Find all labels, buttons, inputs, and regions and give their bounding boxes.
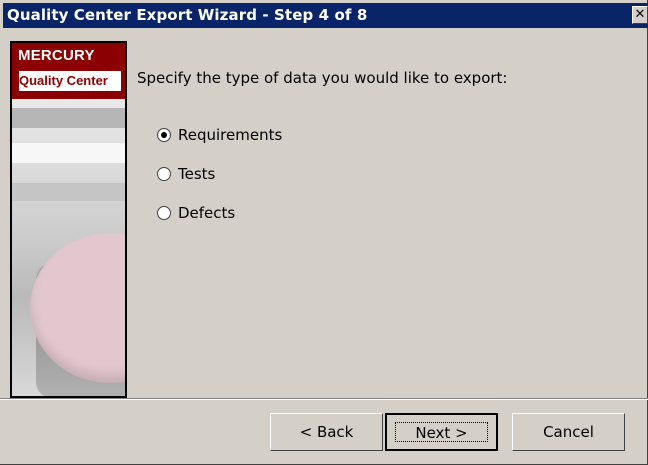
radio-defects[interactable]: Defects xyxy=(157,203,235,223)
image-band xyxy=(12,108,125,128)
window-title: Quality Center Export Wizard - Step 4 of… xyxy=(7,6,368,24)
next-button[interactable]: Next > xyxy=(385,413,498,451)
radio-requirements[interactable]: Requirements xyxy=(157,125,282,145)
radio-icon[interactable] xyxy=(157,128,171,142)
footer-divider-highlight xyxy=(0,399,648,400)
radio-label[interactable]: Requirements xyxy=(178,126,282,144)
instruction-text: Specify the type of data you would like … xyxy=(137,69,508,87)
wizard-content: Specify the type of data you would like … xyxy=(129,41,639,398)
radio-icon[interactable] xyxy=(157,167,171,181)
image-band xyxy=(12,143,125,163)
product-name: Quality Center xyxy=(19,71,121,91)
wizard-side-image: MERCURY Quality Center xyxy=(10,41,127,398)
radio-label[interactable]: Defects xyxy=(178,204,235,222)
back-button[interactable]: < Back xyxy=(270,413,383,451)
radio-tests[interactable]: Tests xyxy=(157,164,215,184)
title-bar: Quality Center Export Wizard - Step 4 of… xyxy=(3,3,648,28)
radio-label[interactable]: Tests xyxy=(178,165,215,183)
image-band xyxy=(12,183,125,201)
wizard-window: Quality Center Export Wizard - Step 4 of… xyxy=(0,0,648,465)
close-icon: ✕ xyxy=(634,7,646,22)
cancel-button[interactable]: Cancel xyxy=(512,413,625,451)
brand-name: MERCURY xyxy=(18,47,95,64)
radio-icon[interactable] xyxy=(157,206,171,220)
close-button[interactable]: ✕ xyxy=(632,6,648,24)
logo: MERCURY Quality Center xyxy=(12,43,125,99)
focus-rectangle xyxy=(395,422,488,442)
